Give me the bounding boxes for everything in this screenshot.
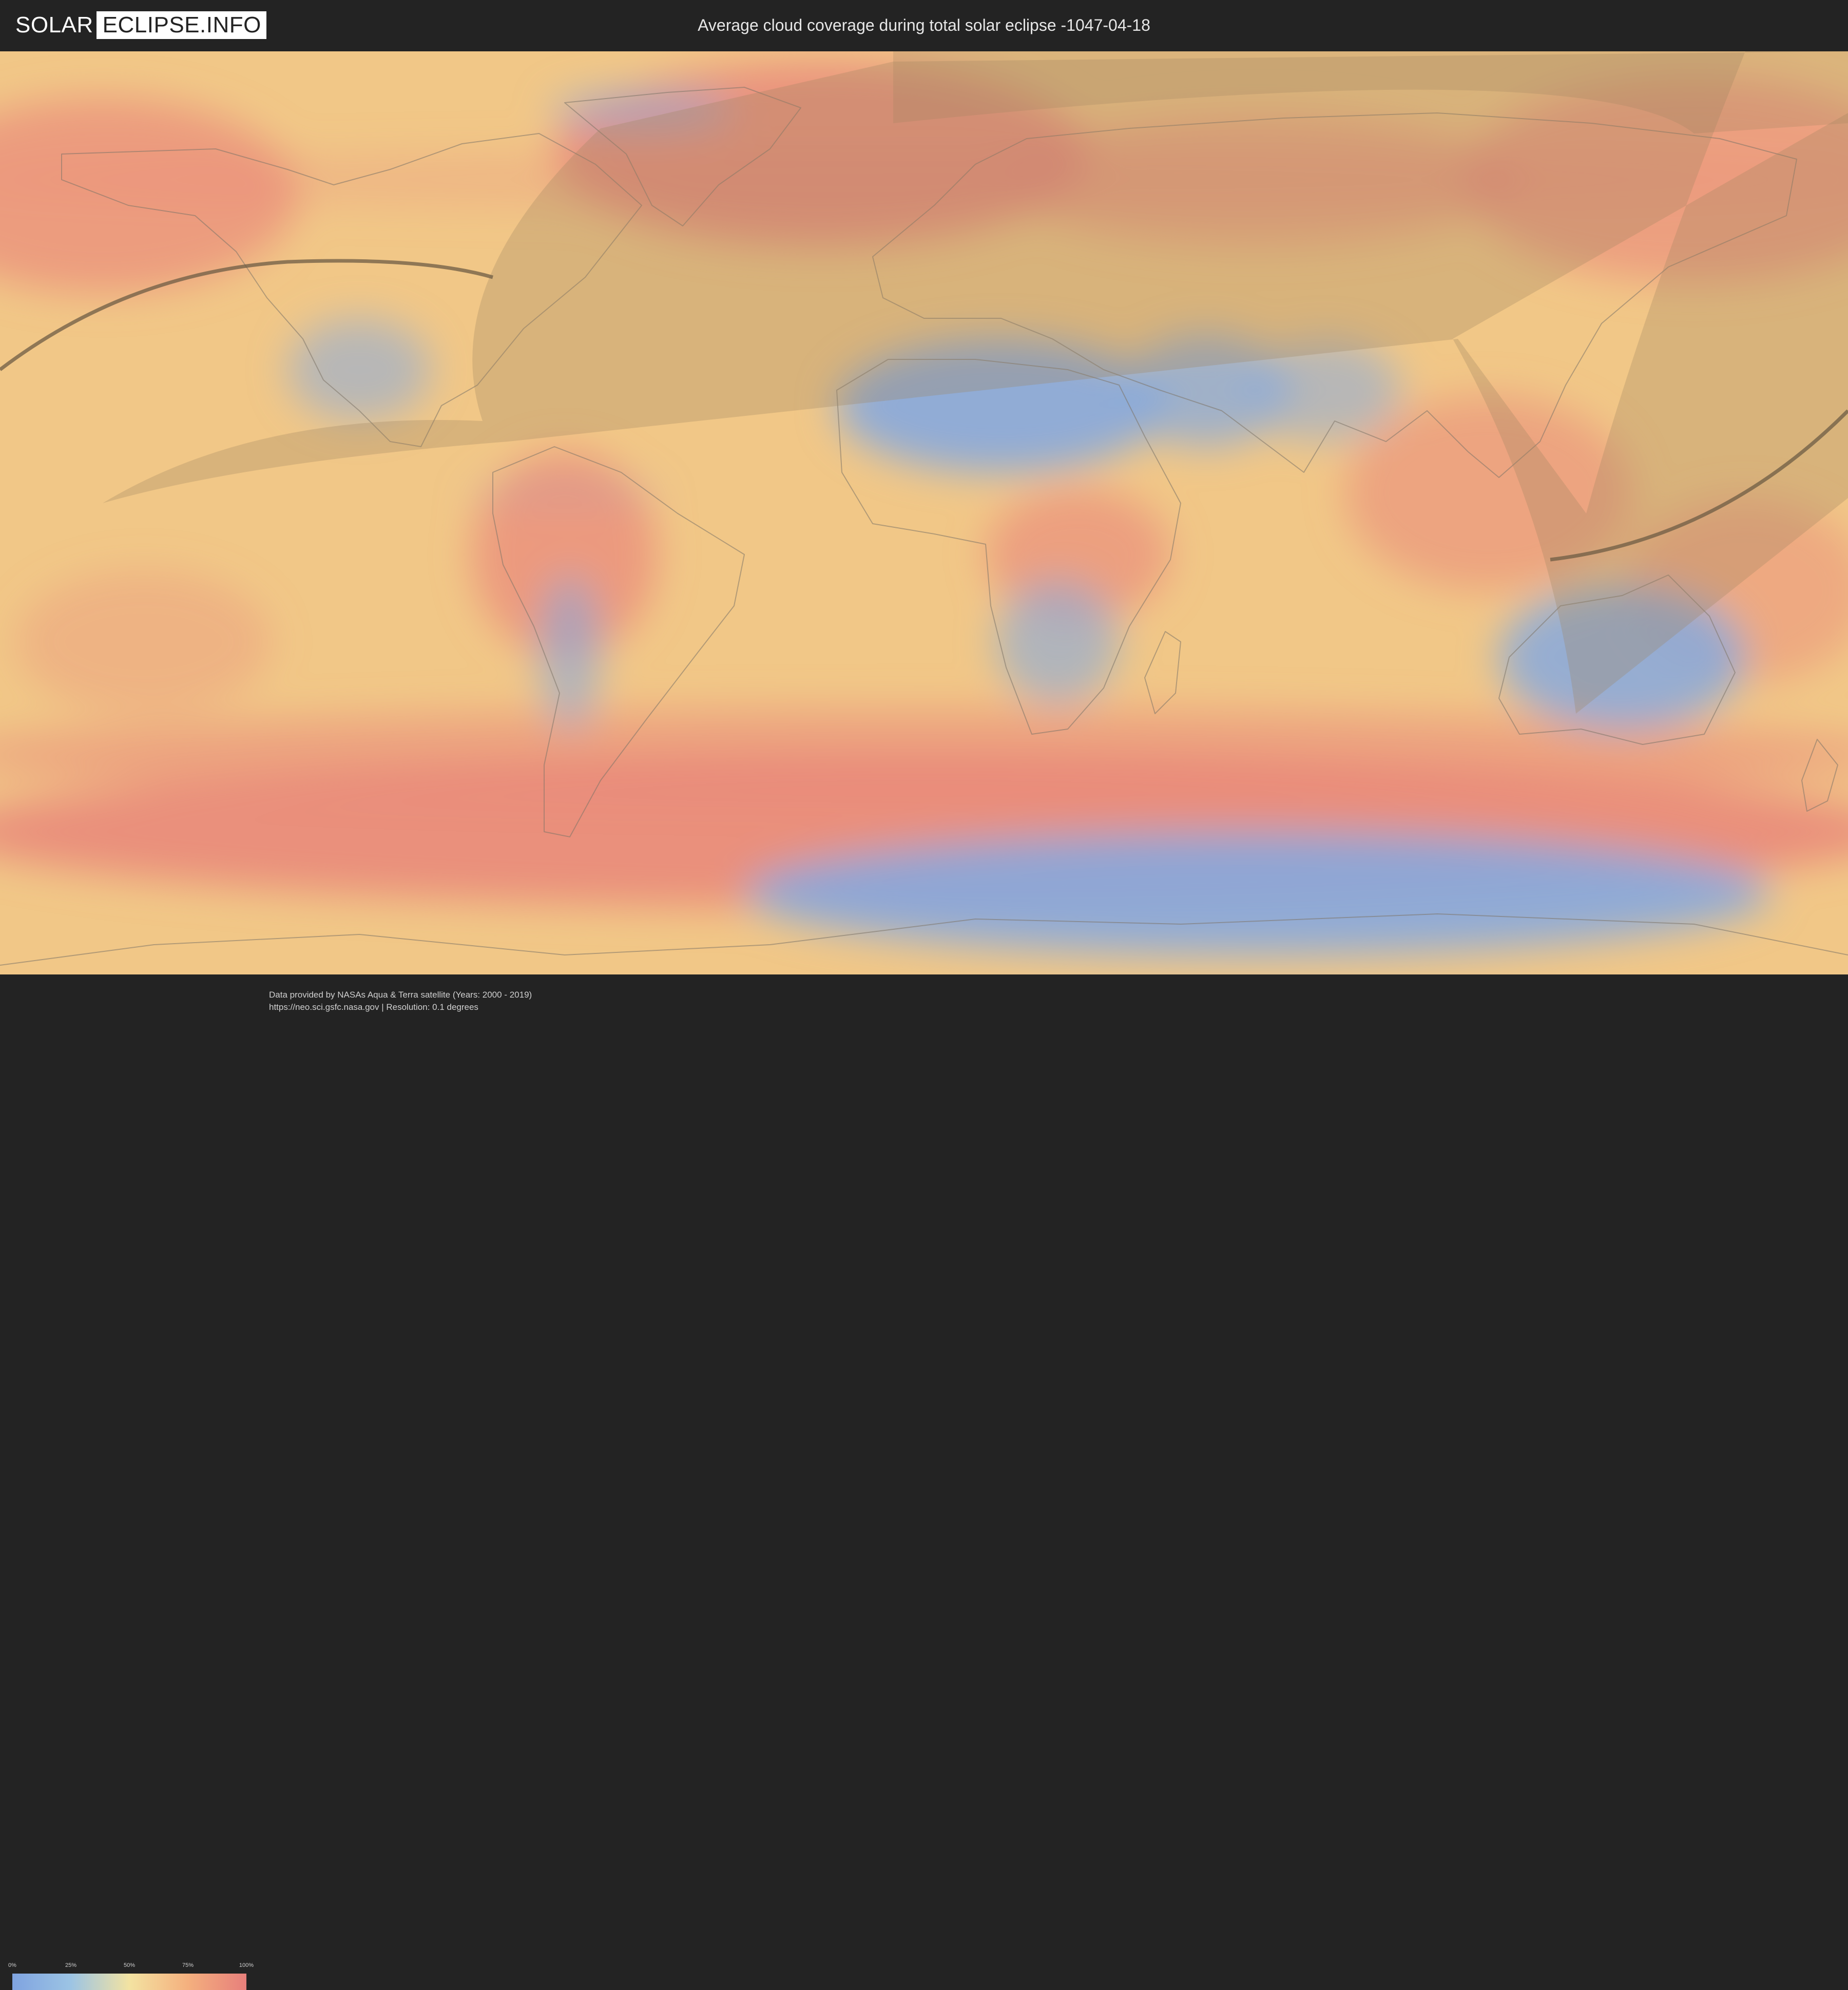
- cloud-coverage-map[interactable]: [0, 51, 1848, 974]
- legend-tick-100: 100%: [239, 1962, 254, 1968]
- header-bar: SOLAR ECLIPSE.INFO Average cloud coverag…: [0, 0, 1848, 50]
- data-source-text: Data provided by NASAs Aqua & Terra sate…: [269, 990, 532, 1000]
- cloud-region-19: [539, 575, 601, 729]
- legend-tick-50: 50%: [123, 1962, 136, 1968]
- legend-color-bar: [12, 1974, 246, 1990]
- legend-tick-75: 75%: [182, 1962, 194, 1968]
- data-source-url[interactable]: https://neo.sci.gsfc.nasa.gov | Resoluti…: [269, 1002, 478, 1012]
- cloud-region-16: [996, 580, 1119, 703]
- legend-tick-0: 0%: [8, 1962, 16, 1968]
- cloud-region-18: [287, 318, 431, 421]
- page-title: Average cloud coverage during total sola…: [698, 16, 1150, 34]
- legend-tick-25: 25%: [65, 1962, 77, 1968]
- footer-bar: 0% 25% 50% 75% 100% Data provided by NAS…: [0, 975, 1848, 1990]
- cloud-region-17: [744, 832, 1771, 955]
- cloud-region-10: [15, 570, 272, 714]
